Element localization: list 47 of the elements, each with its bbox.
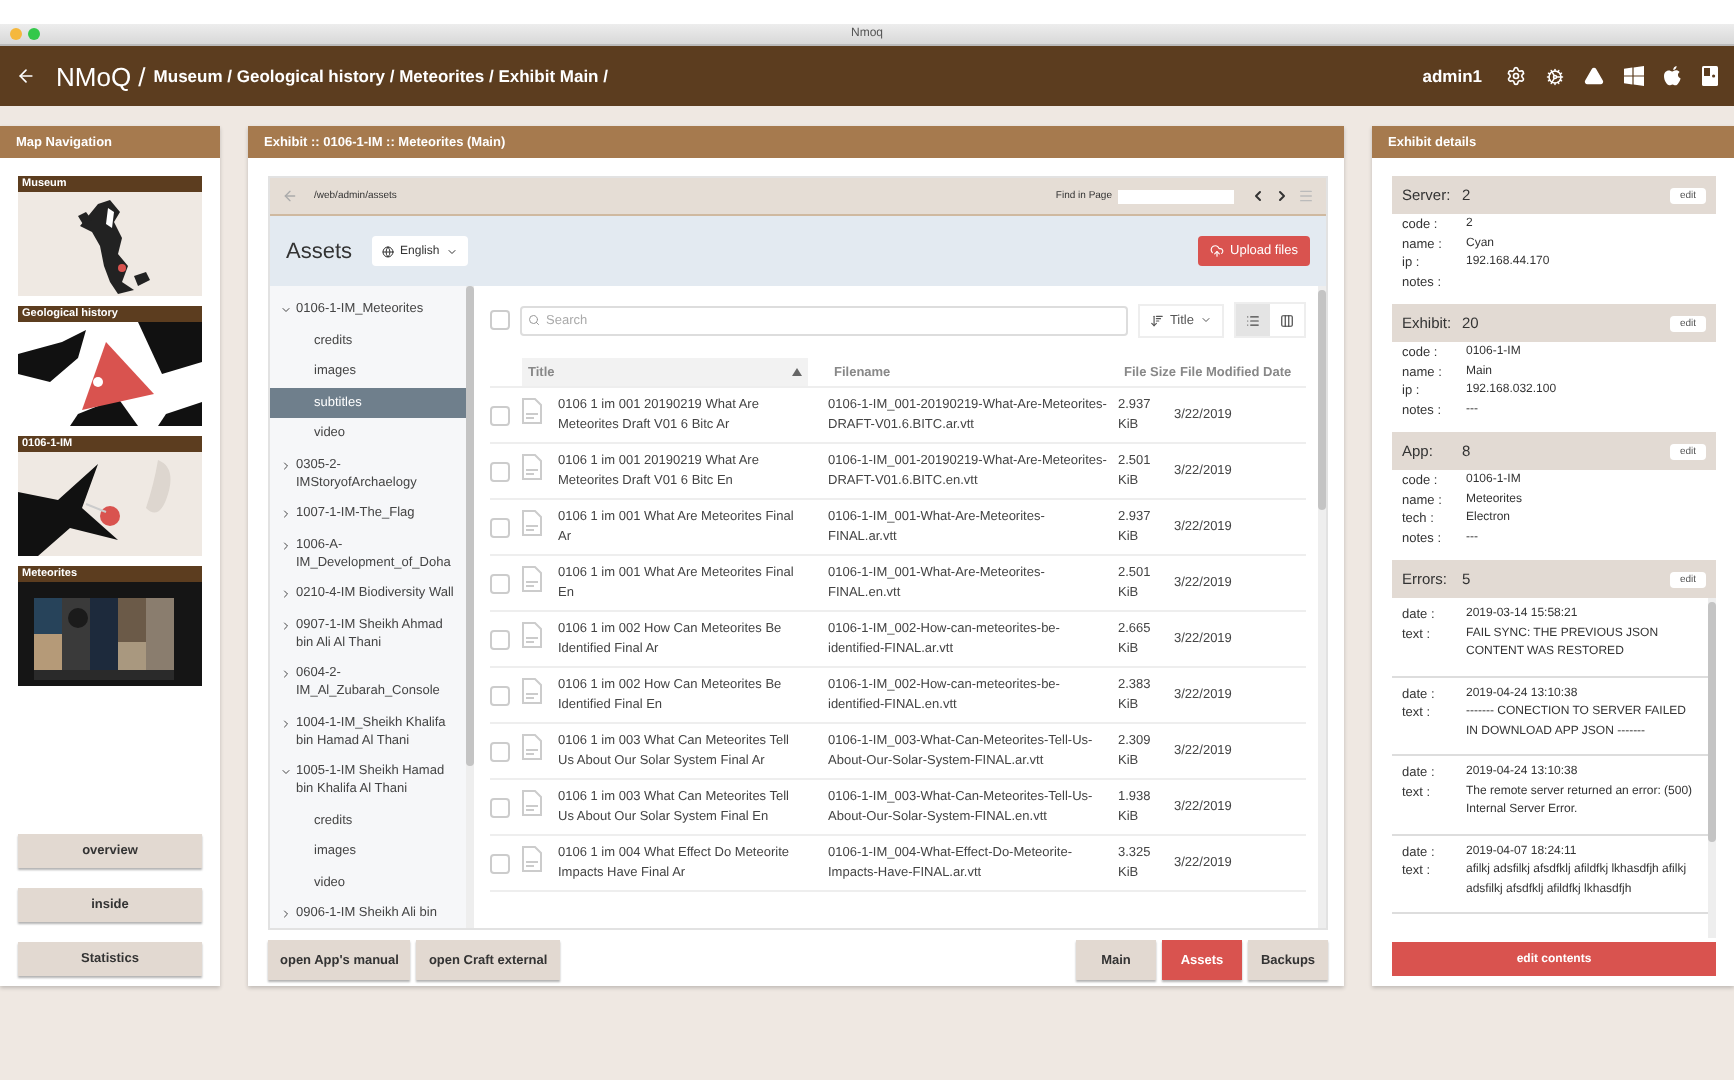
- menu-icon[interactable]: [1298, 188, 1314, 204]
- breadcrumb-root[interactable]: NMoQ /: [56, 61, 146, 91]
- file-icon: [522, 454, 542, 481]
- row-checkbox[interactable]: [490, 853, 510, 873]
- row-checkbox[interactable]: [490, 797, 510, 817]
- user-name: admin1: [1422, 66, 1482, 86]
- scrollbar[interactable]: [1708, 598, 1716, 938]
- file-icon: [522, 510, 542, 537]
- file-icon: [522, 622, 542, 649]
- file-icon: [522, 790, 542, 817]
- row-checkbox[interactable]: [490, 517, 510, 537]
- four-panes-icon[interactable]: [1624, 66, 1644, 86]
- previous-icon[interactable]: [1250, 188, 1266, 204]
- chevron-down-icon: [1200, 314, 1212, 326]
- file-icon: [522, 678, 542, 705]
- file-icon: [522, 398, 542, 425]
- list-icon: [1246, 313, 1260, 327]
- search-icon: [528, 313, 540, 325]
- row-checkbox[interactable]: [490, 629, 510, 649]
- select-all-checkbox[interactable]: [490, 310, 510, 330]
- page-title: Assets: [286, 239, 353, 263]
- file-icon: [522, 734, 542, 761]
- settings-icon[interactable]: [1506, 66, 1526, 86]
- door-icon[interactable]: [1702, 66, 1718, 86]
- row-checkbox[interactable]: [490, 685, 510, 705]
- file-icon: [522, 566, 542, 593]
- file-icon: [522, 846, 542, 873]
- row-checkbox[interactable]: [490, 573, 510, 593]
- window-zoom-button[interactable]: [28, 28, 40, 40]
- columns-icon: [1280, 313, 1294, 327]
- back-arrow-icon[interactable]: [16, 66, 36, 86]
- find-field[interactable]: [1118, 189, 1234, 203]
- breadcrumb: Museum / Geological history / Meteorites / Exhibit Main /: [153, 66, 608, 86]
- scrollbar[interactable]: [466, 286, 474, 928]
- cloud-upload-icon: [1210, 244, 1225, 258]
- apple-icon[interactable]: [1664, 66, 1682, 86]
- sort-icon: [1149, 313, 1164, 327]
- globe-icon: [382, 245, 395, 257]
- row-checkbox[interactable]: [490, 461, 510, 481]
- scrollbar[interactable]: [1318, 286, 1326, 928]
- row-checkbox[interactable]: [490, 405, 510, 425]
- cog-icon[interactable]: [1546, 67, 1564, 85]
- window-minimize-button[interactable]: [10, 28, 22, 40]
- chevron-down-icon: [445, 245, 458, 257]
- next-icon[interactable]: [1274, 188, 1290, 204]
- row-checkbox[interactable]: [490, 741, 510, 761]
- warning-icon[interactable]: [1584, 66, 1604, 86]
